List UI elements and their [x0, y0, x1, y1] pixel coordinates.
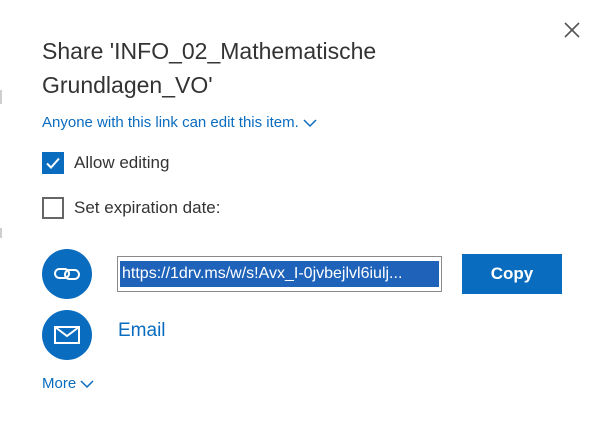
- email-link[interactable]: Email: [118, 320, 166, 342]
- close-button[interactable]: [560, 18, 584, 42]
- link-permission-label: Anyone with this link can edit this item…: [42, 114, 299, 131]
- dialog-title: Share 'INFO_02_Mathematische Grundlagen_…: [42, 38, 377, 98]
- allow-editing-checkbox[interactable]: [42, 152, 64, 174]
- close-icon: [564, 22, 580, 38]
- share-dialog: Share 'INFO_02_Mathematische Grundlagen_…: [0, 0, 600, 433]
- chevron-down-icon: [303, 118, 317, 128]
- expiration-date-row[interactable]: Set expiration date:: [42, 197, 220, 219]
- allow-editing-label: Allow editing: [74, 153, 170, 172]
- copy-link-icon-button[interactable]: [42, 249, 92, 299]
- more-label: More: [42, 375, 77, 392]
- share-link-field[interactable]: https://1drv.ms/w/s!Avx_I-0jvbejlvl6iulj…: [117, 256, 442, 292]
- envelope-icon: [54, 326, 80, 344]
- allow-editing-row[interactable]: Allow editing: [42, 152, 169, 174]
- email-icon-button[interactable]: [42, 310, 92, 360]
- share-link-text: https://1drv.ms/w/s!Avx_I-0jvbejlvl6iulj…: [120, 261, 439, 287]
- checkmark-icon: [46, 157, 60, 169]
- background-edge: [0, 228, 2, 238]
- copy-button[interactable]: Copy: [462, 254, 562, 294]
- more-options-toggle[interactable]: More: [42, 375, 94, 392]
- chevron-down-icon: [80, 379, 94, 389]
- link-permission-dropdown[interactable]: Anyone with this link can edit this item…: [42, 114, 317, 131]
- link-icon: [54, 268, 80, 280]
- background-edge: [0, 90, 2, 104]
- expiration-date-checkbox[interactable]: [42, 197, 64, 219]
- expiration-date-label: Set expiration date:: [74, 198, 221, 217]
